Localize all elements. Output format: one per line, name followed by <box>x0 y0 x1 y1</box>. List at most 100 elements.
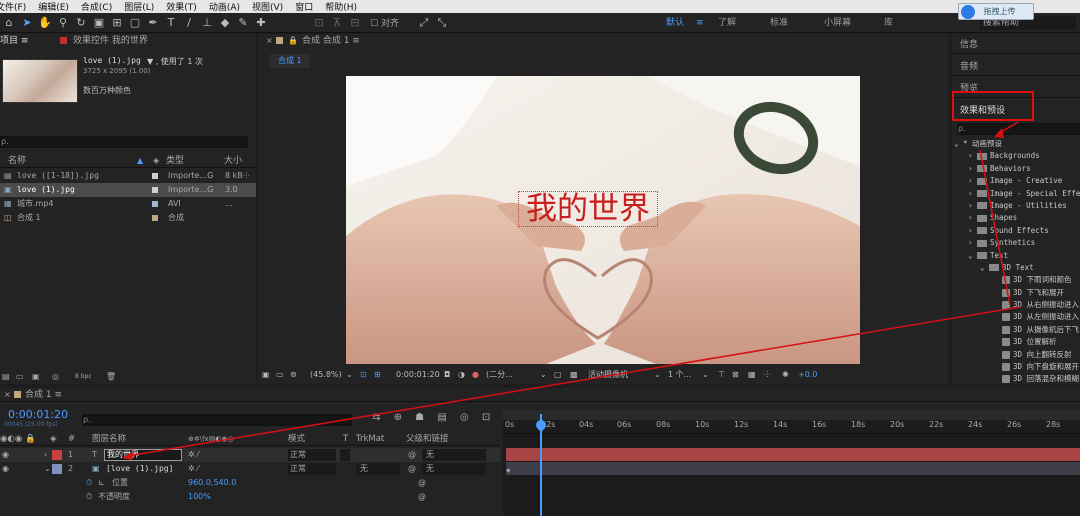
fit-icon[interactable]: ⊡ <box>360 367 367 383</box>
camera-select[interactable]: 活动摄像机 <box>588 367 628 383</box>
draft-3d-icon[interactable]: ⊕ <box>394 412 402 423</box>
tree-folder[interactable]: › Behaviors <box>954 163 1080 175</box>
tree-folder[interactable]: › Image - Creative <box>954 175 1080 187</box>
layer-switches[interactable]: ✲ ⁄ <box>188 448 199 462</box>
layer-name-field[interactable]: 我的世界 <box>104 449 182 461</box>
selection-tool-icon[interactable]: ➤ <box>18 16 36 29</box>
column-type[interactable]: 类型 <box>166 154 184 168</box>
menu-layer[interactable]: 图层(L) <box>124 0 154 13</box>
frame-blending-icon[interactable]: ▤ <box>437 412 446 423</box>
image-layer-bar[interactable] <box>506 462 1080 475</box>
brush-tool-icon[interactable]: / <box>180 16 198 29</box>
comp-sub-tab[interactable]: 合成 1 <box>270 54 310 68</box>
expand-icon[interactable]: › <box>44 448 47 462</box>
layer-label-color[interactable] <box>52 450 62 460</box>
layer-label-color[interactable] <box>52 464 62 474</box>
workspace-menu-icon[interactable]: ≡ <box>696 13 704 33</box>
menu-composition[interactable]: 合成(C) <box>81 0 112 13</box>
region-of-interest-icon[interactable]: ▢ <box>554 367 562 383</box>
time-ruler[interactable]: 0s 02s 04s 06s 08s 10s 12s 14s 16s 18s 2… <box>503 420 1080 434</box>
show-snapshot-icon[interactable]: ◑ <box>458 367 465 383</box>
layer-mode-select[interactable]: 正常 <box>288 463 336 475</box>
tree-folder-open[interactable]: ⌄ 3D Text <box>954 262 1080 274</box>
stopwatch-icon[interactable]: ⏱ <box>86 476 92 490</box>
current-time-display[interactable]: 0:00:01:20 <box>396 367 440 383</box>
text-layer-bar[interactable] <box>506 448 1080 461</box>
stopwatch-icon[interactable]: ⏱ <box>86 490 92 504</box>
parent-select[interactable]: 无 <box>422 463 486 475</box>
eraser-tool-icon[interactable]: ◆ <box>216 16 234 29</box>
camera-tool-icon[interactable]: ▣ <box>90 16 108 29</box>
graph-editor-icon[interactable]: ⊡ <box>482 412 490 423</box>
resolution-select[interactable]: (二分... <box>486 367 513 383</box>
pick-whip-icon[interactable]: @ <box>408 448 416 462</box>
layer-row[interactable]: ◉ ⌄ 2 ▣ [love (1).jpg] ✲ ⁄ 正常 无 @ 无 <box>0 462 500 476</box>
snapshot-icon[interactable]: ◘ <box>444 367 450 383</box>
tree-preset[interactable]: 3D 回落混杂和模糊 <box>954 373 1080 384</box>
project-item-row[interactable]: ◫ 合成 1 合成 <box>0 211 256 225</box>
hand-tool-icon[interactable]: ✋ <box>36 16 54 29</box>
collapse-icon[interactable]: ⌄ <box>44 462 51 476</box>
tree-folder-open[interactable]: ⌄ Text <box>954 250 1080 262</box>
always-preview-icon[interactable]: ▣ <box>262 367 270 383</box>
graph-icon[interactable]: ⊾ <box>98 476 105 490</box>
interpret-footage-icon[interactable]: ▤ <box>2 370 10 384</box>
sort-ascending-icon[interactable]: ▲ <box>137 154 143 168</box>
rectangle-tool-icon[interactable]: ▢ <box>126 16 144 29</box>
axis-local-icon[interactable]: ⊡ <box>310 16 328 29</box>
menu-edit[interactable]: 编辑(E) <box>38 0 69 13</box>
transparency-grid-icon[interactable]: ▩ <box>570 367 578 383</box>
workspace-library[interactable]: 库 <box>884 13 893 33</box>
pen-tool-icon[interactable]: ✒ <box>144 16 162 29</box>
property-value[interactable]: 960.0,540.0 <box>188 476 236 490</box>
tab-effects-controls[interactable]: 效果控件 我的世界 <box>73 34 148 48</box>
layer-switches[interactable]: ✲ ⁄ <box>188 462 199 476</box>
pick-whip-icon[interactable]: @ <box>408 462 416 476</box>
audio-panel-tab[interactable]: 音频 <box>960 59 978 72</box>
column-name[interactable]: 名称 <box>8 154 26 168</box>
column-trkmat[interactable]: TrkMat <box>356 433 384 446</box>
dropdown-arrow-icon[interactable]: ⌄ <box>346 367 353 383</box>
trash-icon[interactable]: 🗑 <box>106 370 116 384</box>
home-icon[interactable]: ⌂ <box>0 16 18 29</box>
tree-root-animation-presets[interactable]: ⌄ * 动画预设 <box>954 138 1080 150</box>
tab-project[interactable]: 项目 ≡ <box>0 34 28 48</box>
workspace-small-screen[interactable]: 小屏幕 <box>824 13 851 33</box>
menu-window[interactable]: 窗口 <box>295 0 313 13</box>
axis-view-icon[interactable]: ⊟ <box>346 16 364 29</box>
close-timeline-icon[interactable]: × <box>4 388 11 401</box>
workspace-standard[interactable]: 标准 <box>770 13 788 33</box>
clone-stamp-icon[interactable]: ⊥ <box>198 16 216 29</box>
work-area-bar[interactable] <box>503 410 1080 420</box>
tree-preset[interactable]: 3D 向上翻转反射 <box>954 349 1080 361</box>
toggle-pixel-icon[interactable]: ⊤ <box>718 367 725 383</box>
channel-icon[interactable]: ● <box>472 367 479 383</box>
layer-row[interactable]: ◉ › 1 T 我的世界 ✲ ⁄ 正常 @ 无 <box>0 448 500 462</box>
align-checkbox[interactable]: ☐ 对齐 <box>370 16 399 29</box>
property-row[interactable]: ⏱ 不透明度 100% @ <box>0 490 500 504</box>
bit-depth-label[interactable]: 8 bpc <box>75 370 92 384</box>
keyframe-icon[interactable]: ◆ <box>506 467 511 474</box>
preserve-transparency[interactable] <box>340 449 350 461</box>
column-size[interactable]: 大小 <box>224 154 242 168</box>
menu-animation[interactable]: 动画(A) <box>209 0 240 13</box>
exposure-value[interactable]: +0.0 <box>798 367 817 383</box>
tree-preset[interactable]: 3D 下雨词和颜色 <box>954 274 1080 286</box>
tree-folder[interactable]: › Image - Special Effects <box>954 188 1080 200</box>
workspace-learn[interactable]: 了解 <box>718 13 736 33</box>
tree-preset[interactable]: 3D 从摄像机后下飞 <box>954 324 1080 336</box>
comp-mini-flowchart-icon[interactable]: ⇆ <box>372 412 380 423</box>
pan-behind-tool-icon[interactable]: ⊞ <box>108 16 126 29</box>
tree-preset[interactable]: 3D 下飞和展开 <box>954 287 1080 299</box>
property-value[interactable]: 100% <box>188 490 211 504</box>
views-dropdown-icon[interactable]: ⌄ <box>702 367 709 383</box>
tree-folder[interactable]: › Backgrounds <box>954 150 1080 162</box>
snap-icon[interactable]: ⤢ <box>415 16 433 30</box>
parent-select[interactable]: 无 <box>422 449 486 461</box>
info-panel-tab[interactable]: 信息 <box>960 37 978 50</box>
project-item-row[interactable]: ▣ love (1).jpg Importe...G 3.0 <box>0 183 256 197</box>
timeline-search-input[interactable]: ρ. <box>82 414 352 426</box>
tab-composition[interactable]: 合成 合成 1 ≡ <box>302 34 360 48</box>
fast-preview-icon[interactable]: ⊠ <box>732 367 739 383</box>
tree-preset[interactable]: 3D 从右侧振动进入 <box>954 299 1080 311</box>
